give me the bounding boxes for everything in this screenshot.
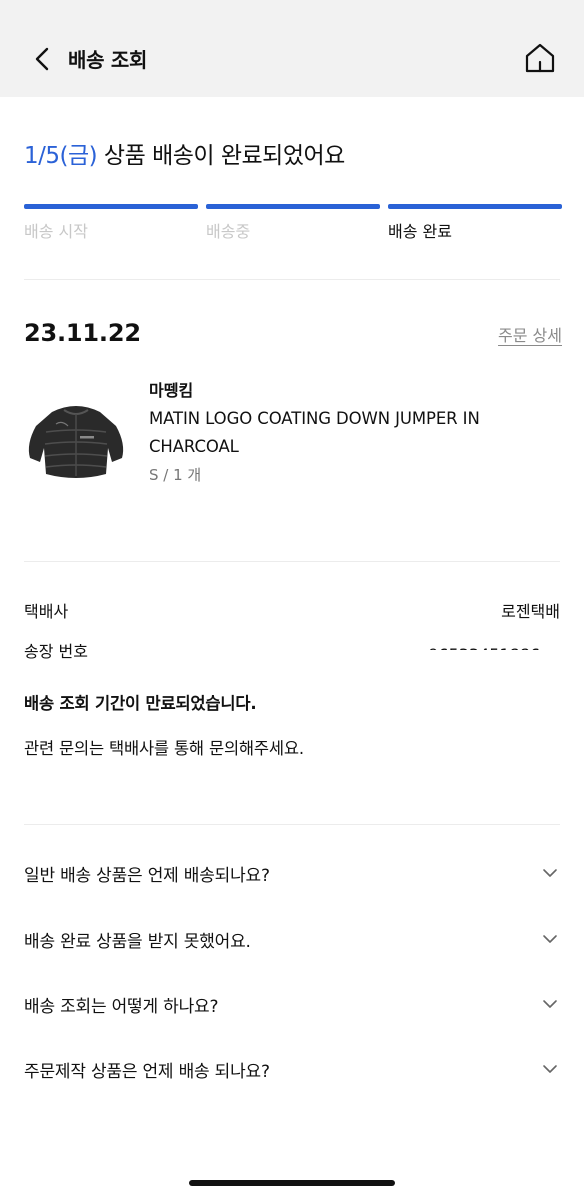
product-image[interactable] [24,396,128,486]
faq-item[interactable]: 배송 조회는 어떻게 하나요? [0,984,584,1024]
tracking-number-value: 96533451886 ㅁ [428,641,560,650]
order-detail-link[interactable]: 주문 상세 [498,322,562,346]
product-brand: 마뗑킴 [149,381,194,400]
divider [24,279,560,280]
page-title: 배송 조회 [68,48,148,72]
faq-item[interactable]: 일반 배송 상품은 언제 배송되나요? [0,853,584,893]
faq-question: 일반 배송 상품은 언제 배송되나요? [24,866,270,886]
delivery-status-message: 상품 배송이 완료되었어요 [97,143,345,169]
step-shipping-start: 배송 시작 [24,222,88,241]
back-button[interactable] [30,46,54,72]
progress-segment [388,204,562,209]
product-name[interactable]: MATIN LOGO COATING DOWN JUMPER IN CHARCO… [149,405,559,461]
faq-item[interactable]: 주문제작 상품은 언제 배송 되나요? [0,1049,584,1089]
progress-segment [206,204,380,209]
home-indicator [189,1180,395,1186]
home-icon [525,43,555,73]
tracking-number-label: 송장 번호 [24,642,88,661]
faq-question: 주문제작 상품은 언제 배송 되나요? [24,1062,270,1082]
faq-question: 배송 완료 상품을 받지 못했어요. [24,932,251,952]
home-button[interactable] [522,40,558,76]
courier-value: 로젠택배 [501,602,560,621]
delivery-status-title: 1/5(금) 상품 배송이 완료되었어요 [24,136,345,170]
delivery-progress-bar [24,204,562,209]
courier-label: 택배사 [24,602,69,621]
order-date: 23.11.22 [24,319,141,347]
delivery-date: 1/5(금) [24,143,98,169]
divider [24,561,560,562]
divider [24,824,560,825]
step-delivered: 배송 완료 [388,222,452,241]
faq-question: 배송 조회는 어떻게 하나요? [24,997,219,1017]
chevron-down-icon [543,935,557,943]
app-header: 배송 조회 [0,0,584,97]
product-option: S / 1 개 [149,466,202,484]
chevron-down-icon [543,1000,557,1008]
courier-contact-notice: 관련 문의는 택배사를 통해 문의해주세요. [24,739,304,758]
chevron-left-icon [35,47,49,71]
delivery-steps: 배송 시작 배송중 배송 완료 [24,218,562,242]
chevron-down-icon [543,1065,557,1073]
progress-segment [24,204,198,209]
step-in-transit: 배송중 [206,222,251,241]
chevron-down-icon [543,869,557,877]
faq-item[interactable]: 배송 완료 상품을 받지 못했어요. [0,919,584,959]
tracking-expired-notice: 배송 조회 기간이 만료되었습니다. [24,694,257,713]
